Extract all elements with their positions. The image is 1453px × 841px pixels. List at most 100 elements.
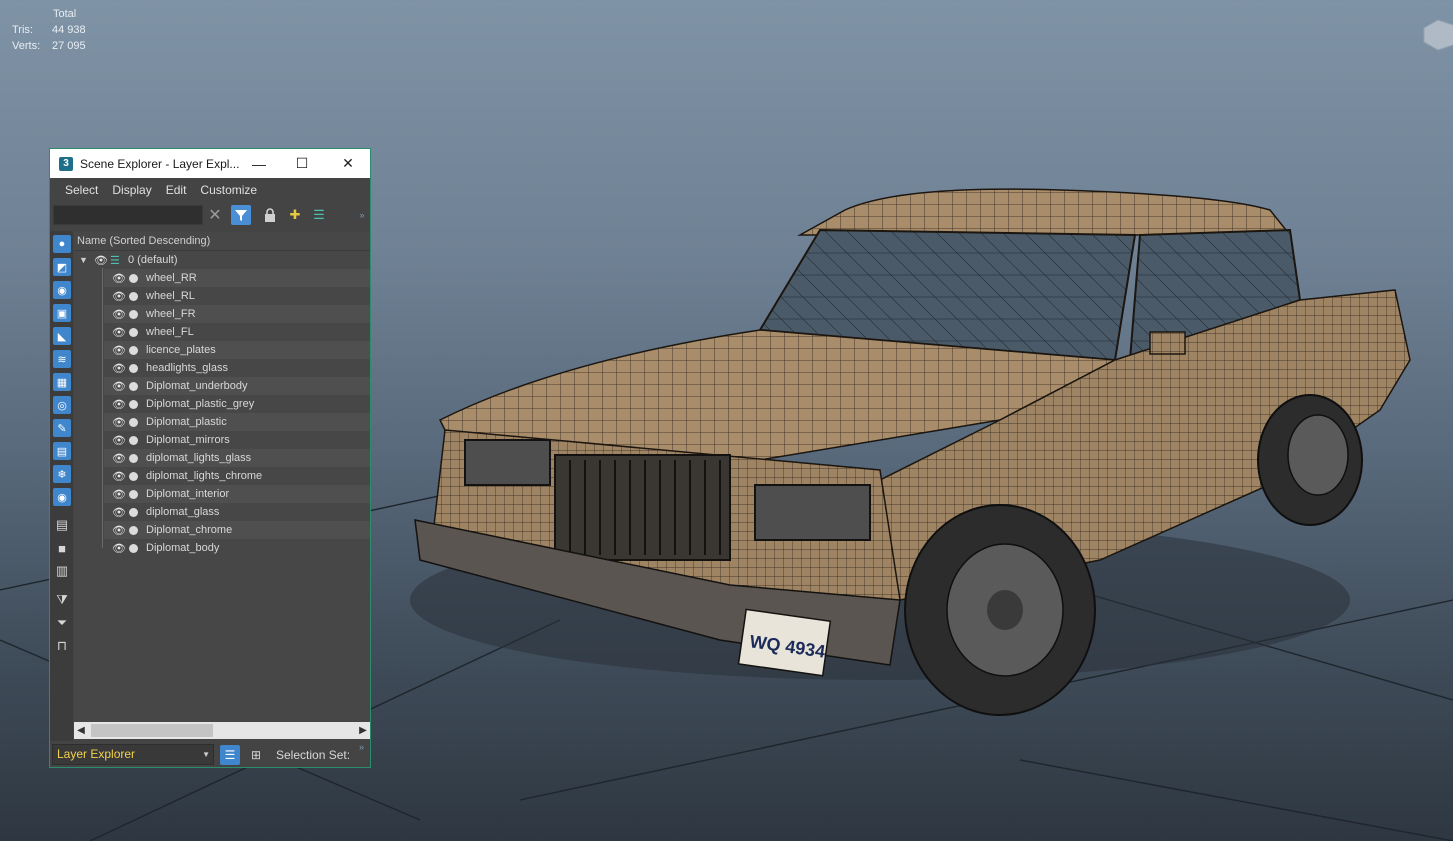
layer-object-row[interactable]: 👁 diplomat_lights_chrome	[104, 467, 370, 485]
object-name: wheel_RL	[146, 290, 195, 302]
visibility-eye-icon[interactable]: 👁	[112, 362, 126, 375]
scroll-right-icon[interactable]: ▶	[356, 722, 370, 739]
invert-display-icon[interactable]: ▥	[53, 562, 71, 580]
visibility-eye-icon[interactable]: 👁	[112, 380, 126, 393]
minimize-button[interactable]: —	[236, 149, 282, 178]
menu-display[interactable]: Display	[105, 183, 158, 197]
viewcube-icon[interactable]	[1418, 8, 1453, 52]
visibility-eye-icon[interactable]: 👁	[112, 542, 126, 555]
visibility-eye-icon[interactable]: 👁	[112, 506, 126, 519]
render-toggle-icon[interactable]	[129, 525, 138, 535]
visibility-eye-icon[interactable]: 👁	[112, 398, 126, 411]
menu-edit[interactable]: Edit	[159, 183, 194, 197]
helpers-filter-icon[interactable]: ◣	[53, 327, 71, 345]
containers-filter-icon[interactable]: ▤	[53, 442, 71, 460]
lights-filter-icon[interactable]: ◉	[53, 281, 71, 299]
maximize-button[interactable]: ☐	[279, 149, 325, 178]
layer-object-row[interactable]: 👁 diplomat_glass	[104, 503, 370, 521]
explorer-type-dropdown[interactable]: Layer Explorer ▼	[52, 744, 214, 765]
layer-object-row[interactable]: 👁 wheel_FL	[104, 323, 370, 341]
render-toggle-icon[interactable]	[129, 417, 138, 427]
render-toggle-icon[interactable]	[129, 399, 138, 409]
render-toggle-icon[interactable]	[129, 381, 138, 391]
close-button[interactable]: ✕	[325, 149, 371, 178]
visibility-eye-icon[interactable]: 👁	[112, 272, 126, 285]
add-layer-icon[interactable]: ✚	[285, 205, 305, 225]
layer-object-row[interactable]: 👁 wheel_FR	[104, 305, 370, 323]
menu-select[interactable]: Select	[58, 183, 105, 197]
xrefs-filter-icon[interactable]: ◎	[53, 396, 71, 414]
render-toggle-icon[interactable]	[129, 363, 138, 373]
title-bar[interactable]: 3 Scene Explorer - Layer Expl... — ☐ ✕	[50, 149, 370, 178]
render-toggle-icon[interactable]	[129, 345, 138, 355]
spacewarps-filter-icon[interactable]: ≋	[53, 350, 71, 368]
render-toggle-icon[interactable]	[129, 273, 138, 283]
object-list: 👁 wheel_RR 👁 wheel_RL 👁 wheel_FR 👁 wheel_FL 👁 lic…	[74, 269, 370, 557]
render-toggle-icon[interactable]	[129, 453, 138, 463]
object-name: wheel_RR	[146, 272, 197, 284]
layer-object-row[interactable]: 👁 Diplomat_body	[104, 539, 370, 557]
visibility-eye-icon[interactable]: 👁	[112, 416, 126, 429]
visibility-eye-icon[interactable]: 👁	[112, 524, 126, 537]
visibility-filter-icon[interactable]: ◉	[53, 488, 71, 506]
viewport-stats: Total Tris: 44 938 Verts: 27 095	[12, 6, 86, 54]
sort-by-hierarchy-icon[interactable]: ⊞	[246, 745, 266, 765]
particles-filter-icon[interactable]: ❄	[53, 465, 71, 483]
layer-object-row[interactable]: 👁 Diplomat_interior	[104, 485, 370, 503]
display-all-icon[interactable]: ▤	[53, 516, 71, 534]
layer-object-row[interactable]: 👁 headlights_glass	[104, 359, 370, 377]
sort-by-layer-icon[interactable]: ☰	[220, 745, 240, 765]
lock-icon[interactable]	[260, 205, 280, 225]
layer-object-row[interactable]: 👁 diplomat_lights_glass	[104, 449, 370, 467]
render-toggle-icon[interactable]	[129, 291, 138, 301]
groups-filter-icon[interactable]: ▦	[53, 373, 71, 391]
cameras-filter-icon[interactable]: ▣	[53, 304, 71, 322]
filter-icon[interactable]	[231, 205, 251, 225]
render-toggle-icon[interactable]	[129, 507, 138, 517]
selection-toggle-icon[interactable]: ⊓	[53, 637, 71, 655]
visibility-eye-icon[interactable]: 👁	[112, 452, 126, 465]
visibility-eye-icon[interactable]: 👁	[112, 470, 126, 483]
scene-explorer-window[interactable]: 3 Scene Explorer - Layer Expl... — ☐ ✕ S…	[49, 148, 371, 768]
visibility-eye-icon[interactable]: 👁	[112, 488, 126, 501]
render-toggle-icon[interactable]	[129, 489, 138, 499]
render-toggle-icon[interactable]	[129, 471, 138, 481]
visibility-eye-icon[interactable]: 👁	[112, 290, 126, 303]
shapes-filter-icon[interactable]: ◩	[53, 258, 71, 276]
menu-customize[interactable]: Customize	[193, 183, 264, 197]
layer-object-row[interactable]: 👁 wheel_RR	[104, 269, 370, 287]
render-toggle-icon[interactable]	[129, 435, 138, 445]
render-toggle-icon[interactable]	[129, 309, 138, 319]
layer-object-row[interactable]: 👁 Diplomat_chrome	[104, 521, 370, 539]
layer-object-row[interactable]: 👁 wheel_RL	[104, 287, 370, 305]
visibility-eye-icon[interactable]: 👁	[112, 344, 126, 357]
scroll-thumb[interactable]	[91, 724, 213, 737]
display-none-icon[interactable]: ■	[53, 539, 71, 557]
visibility-eye-icon[interactable]: 👁	[112, 434, 126, 447]
statusbar-overflow-icon[interactable]: »	[359, 742, 364, 752]
layer-row-default[interactable]: ▼ 👁 ☰ 0 (default)	[74, 251, 370, 269]
clear-icon[interactable]: ✕	[205, 205, 225, 225]
search-input[interactable]	[53, 204, 203, 225]
visibility-eye-icon[interactable]: 👁	[112, 308, 126, 321]
layer-object-row[interactable]: 👁 Diplomat_underbody	[104, 377, 370, 395]
filter-settings-icon[interactable]: ⧩	[53, 591, 71, 609]
layer-object-row[interactable]: 👁 Diplomat_plastic_grey	[104, 395, 370, 413]
collapse-arrow-icon[interactable]: ▼	[79, 255, 88, 265]
horizontal-scrollbar[interactable]: ◀ ▶	[74, 722, 370, 739]
scroll-left-icon[interactable]: ◀	[74, 722, 88, 739]
visibility-eye-icon[interactable]: 👁	[94, 254, 108, 267]
filter-toggle-icon[interactable]: ⏷	[53, 614, 71, 632]
selection-sets-label[interactable]: Selection Set:	[276, 745, 350, 765]
bones-filter-icon[interactable]: ✎	[53, 419, 71, 437]
visibility-eye-icon[interactable]: 👁	[112, 326, 126, 339]
layer-object-row[interactable]: 👁 Diplomat_mirrors	[104, 431, 370, 449]
layers-icon[interactable]: ☰	[309, 205, 329, 225]
render-toggle-icon[interactable]	[129, 543, 138, 553]
geometry-filter-icon[interactable]: ●	[53, 235, 71, 253]
toolbar-overflow-icon[interactable]: »	[352, 205, 372, 225]
layer-object-row[interactable]: 👁 licence_plates	[104, 341, 370, 359]
render-toggle-icon[interactable]	[129, 327, 138, 337]
layer-object-row[interactable]: 👁 Diplomat_plastic	[104, 413, 370, 431]
name-column-header[interactable]: Name (Sorted Descending)	[74, 232, 370, 251]
